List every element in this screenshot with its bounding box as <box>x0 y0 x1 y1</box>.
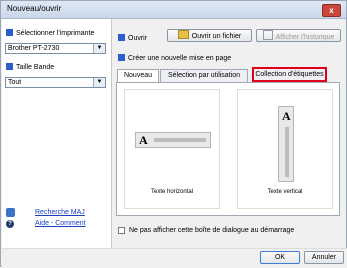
create-layout-label: Créer une nouvelle mise en page <box>118 54 231 62</box>
open-label: Ouvrir <box>118 34 147 42</box>
history-button[interactable]: Afficher l'historique <box>256 29 341 42</box>
tile-vertical-label: Texte vertical <box>267 189 303 195</box>
help-icon: ? <box>6 220 14 228</box>
tile-vertical-text[interactable]: A Texte vertical <box>237 89 333 209</box>
window-title: Nouveau/ouvrir <box>7 4 62 13</box>
startup-checkbox-label: Ne pas afficher cette boîte de dialogue … <box>129 227 295 234</box>
horizontal-label-preview: A <box>135 132 211 148</box>
bullet-icon <box>118 34 125 41</box>
letter-a-icon: A <box>282 109 291 123</box>
ok-button[interactable]: OK <box>260 251 300 264</box>
vertical-label-preview: A <box>278 106 294 182</box>
text-line-placeholder <box>154 138 206 142</box>
letter-a-icon: A <box>139 133 148 147</box>
left-panel: Sélectionner l'imprimante Brother PT-273… <box>2 19 112 248</box>
title-bar: Nouveau/ouvrir x <box>1 1 346 19</box>
tab-selection-by-use[interactable]: Sélection par utilisation <box>160 69 248 82</box>
help-link[interactable]: Aide - Comment <box>35 220 86 227</box>
history-icon <box>262 30 273 40</box>
update-icon <box>6 208 15 217</box>
chevron-down-icon[interactable]: ▼ <box>93 78 105 87</box>
text-line-placeholder <box>285 127 289 177</box>
tab-label-collection[interactable]: Collection d'étiquettes <box>252 67 327 82</box>
cancel-button[interactable]: Annuler <box>304 251 344 264</box>
printer-select[interactable]: Brother PT-2730 ▼ <box>5 43 106 54</box>
printer-label: Sélectionner l'imprimante <box>6 29 94 37</box>
tab-new[interactable]: Nouveau <box>117 69 159 83</box>
tab-content: A Texte horizontal A Texte vertical <box>116 82 340 216</box>
tape-size-select[interactable]: Tout ▼ <box>5 77 106 88</box>
bullet-icon <box>6 63 13 70</box>
close-button[interactable]: x <box>322 4 341 17</box>
folder-icon <box>177 30 189 39</box>
tape-size-label: Taille Bande <box>6 63 54 71</box>
open-file-button[interactable]: Ouvrir un fichier <box>167 29 252 42</box>
printer-select-value: Brother PT-2730 <box>8 45 60 52</box>
startup-checkbox[interactable] <box>118 227 125 234</box>
dialog-window: Nouveau/ouvrir x Sélectionner l'impriman… <box>0 0 347 268</box>
tile-horizontal-text[interactable]: A Texte horizontal <box>124 89 220 209</box>
bullet-icon <box>118 54 125 61</box>
tape-size-select-value: Tout <box>8 79 22 86</box>
tile-horizontal-label: Texte horizontal <box>150 189 194 195</box>
bullet-icon <box>6 29 13 36</box>
update-link[interactable]: Recherche MAJ <box>35 209 85 216</box>
chevron-down-icon[interactable]: ▼ <box>93 44 105 53</box>
